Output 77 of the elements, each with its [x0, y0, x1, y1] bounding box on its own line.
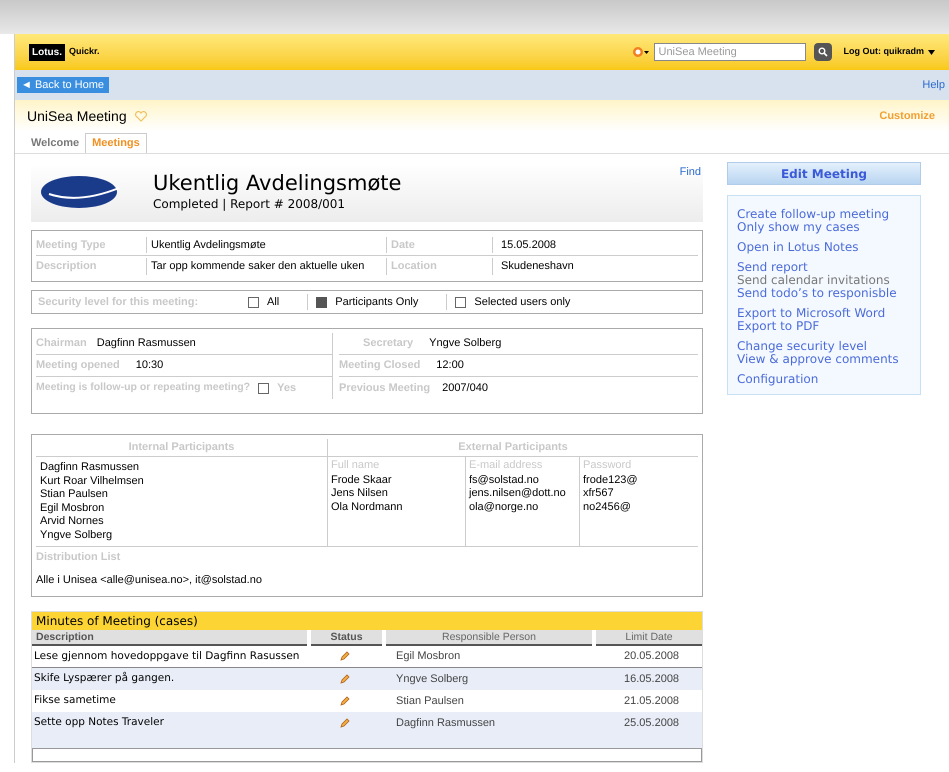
logo-quickr: Quickr. — [69, 45, 100, 58]
search-scope-icon[interactable] — [632, 46, 650, 58]
table-cell-text: Dagfinn Rasmussen — [395, 716, 496, 731]
table-cell-text: Skife Lyspærer på gangen. — [33, 671, 176, 686]
table-cell-text: 16.05.2008 — [623, 672, 680, 687]
distribution-list: Alle i Unisea <alle@unisea.no>, it@solstad.no — [36, 572, 698, 588]
participant-name: Kurt Roar Vilhelmsen — [40, 474, 145, 488]
checkbox[interactable] — [316, 296, 328, 308]
table-cell-text: 25.05.2008 — [623, 716, 680, 731]
action-link[interactable]: Export to PDF — [737, 320, 911, 333]
field-value: Tar opp kommende saker den aktuelle uken — [146, 258, 386, 275]
action-link[interactable]: Configuration — [737, 373, 911, 386]
action-link[interactable]: Send report — [737, 261, 911, 274]
table-cell-text: jens.nilsen@dott.no — [469, 487, 567, 500]
table-cell-text: Frode Skaar — [331, 474, 393, 487]
checkbox[interactable] — [258, 382, 270, 394]
place-title: UniSea Meeting — [27, 106, 127, 126]
table-cell-text: Sette opp Notes Traveler — [33, 715, 165, 730]
meeting-title: Ukentlig Avdelingsmøte — [153, 171, 402, 195]
checkbox[interactable] — [248, 296, 259, 308]
pencil-icon[interactable] — [340, 674, 350, 684]
meeting-status: Completed | Report # 2008/001 — [153, 196, 346, 213]
pencil-icon[interactable] — [340, 696, 350, 706]
search-field[interactable]: UniSea Meeting — [654, 43, 806, 61]
action-link[interactable]: Create follow-up meeting — [737, 208, 911, 221]
field-value: Yngve Solberg — [429, 336, 502, 352]
field-value: Skudeneshavn — [492, 258, 698, 275]
tab[interactable]: Meetings — [85, 133, 147, 153]
field-value: Dagfinn Rasmussen — [96, 336, 196, 352]
participant-name: Stian Paulsen — [40, 488, 109, 502]
search-icon — [818, 47, 828, 57]
minutes-title: Minutes of Meeting (cases) — [32, 612, 702, 630]
table-cell-text: ola@norge.no — [469, 500, 540, 514]
table-cell-text: Lese gjennom hovedoppgave til Dagfinn Rasussen — [33, 648, 300, 664]
participant-name: Dagfinn Rasmussen — [40, 461, 140, 474]
option-label: Selected users only — [474, 294, 570, 310]
action-link[interactable]: Export to Microsoft Word — [737, 307, 911, 320]
table-cell-text: fs@solstad.no — [469, 474, 540, 487]
caret-icon — [928, 50, 935, 54]
field-value: Ukentlig Avdelingsmøte — [146, 236, 386, 254]
checkbox[interactable] — [455, 296, 466, 308]
help-link[interactable]: Help — [922, 76, 945, 94]
participant-name: Yngve Solberg — [40, 528, 114, 542]
field-value: 10:30 — [136, 358, 164, 374]
option-label: Participants Only — [335, 294, 418, 310]
find-link[interactable]: Find — [680, 164, 701, 180]
edit-meeting-button[interactable]: Edit Meeting — [727, 162, 921, 185]
table-cell-text: Ola Nordmann — [331, 500, 404, 514]
action-link[interactable]: Send todo’s to responisble — [737, 287, 911, 300]
table-cell-text: xfr567 — [583, 487, 615, 500]
table-cell-text: no2456@ — [583, 500, 632, 514]
pencil-icon[interactable] — [340, 718, 350, 728]
action-link[interactable]: Change security level — [737, 340, 911, 353]
field-value: 2007/040 — [442, 380, 488, 396]
column-header: Description — [35, 630, 95, 645]
table-cell-text: frode123@ — [583, 474, 639, 487]
participant-name: Arvid Nornes — [40, 515, 105, 528]
table-cell-text: Yngve Solberg — [395, 672, 470, 687]
table-cell-text: 21.05.2008 — [623, 694, 680, 709]
tab[interactable]: Welcome — [25, 133, 86, 153]
pencil-icon[interactable] — [340, 651, 350, 662]
table-cell-text: Egil Mosbron — [395, 649, 462, 664]
table-cell-text: Stian Paulsen — [395, 694, 465, 709]
logout-menu[interactable]: Log Out: quikradm — [844, 45, 935, 59]
logo-lotus: Lotus. — [29, 44, 65, 60]
field-value: 15.05.2008 — [492, 236, 698, 254]
table-cell-text: Fikse sametime — [33, 693, 117, 708]
field-value: 12:00 — [436, 358, 464, 374]
table-cell-text: 20.05.2008 — [623, 649, 680, 664]
action-link[interactable]: Only show my cases — [737, 221, 911, 234]
action-link[interactable]: Open in Lotus Notes — [737, 241, 911, 254]
table-cell-text: Jens Nilsen — [331, 487, 389, 500]
option-label: All — [267, 294, 280, 310]
back-button[interactable]: ◄ Back to Home — [17, 77, 109, 93]
action-link[interactable]: View & approve comments — [737, 353, 911, 366]
participant-name: Egil Mosbron — [40, 502, 106, 515]
search-button[interactable] — [814, 43, 832, 61]
